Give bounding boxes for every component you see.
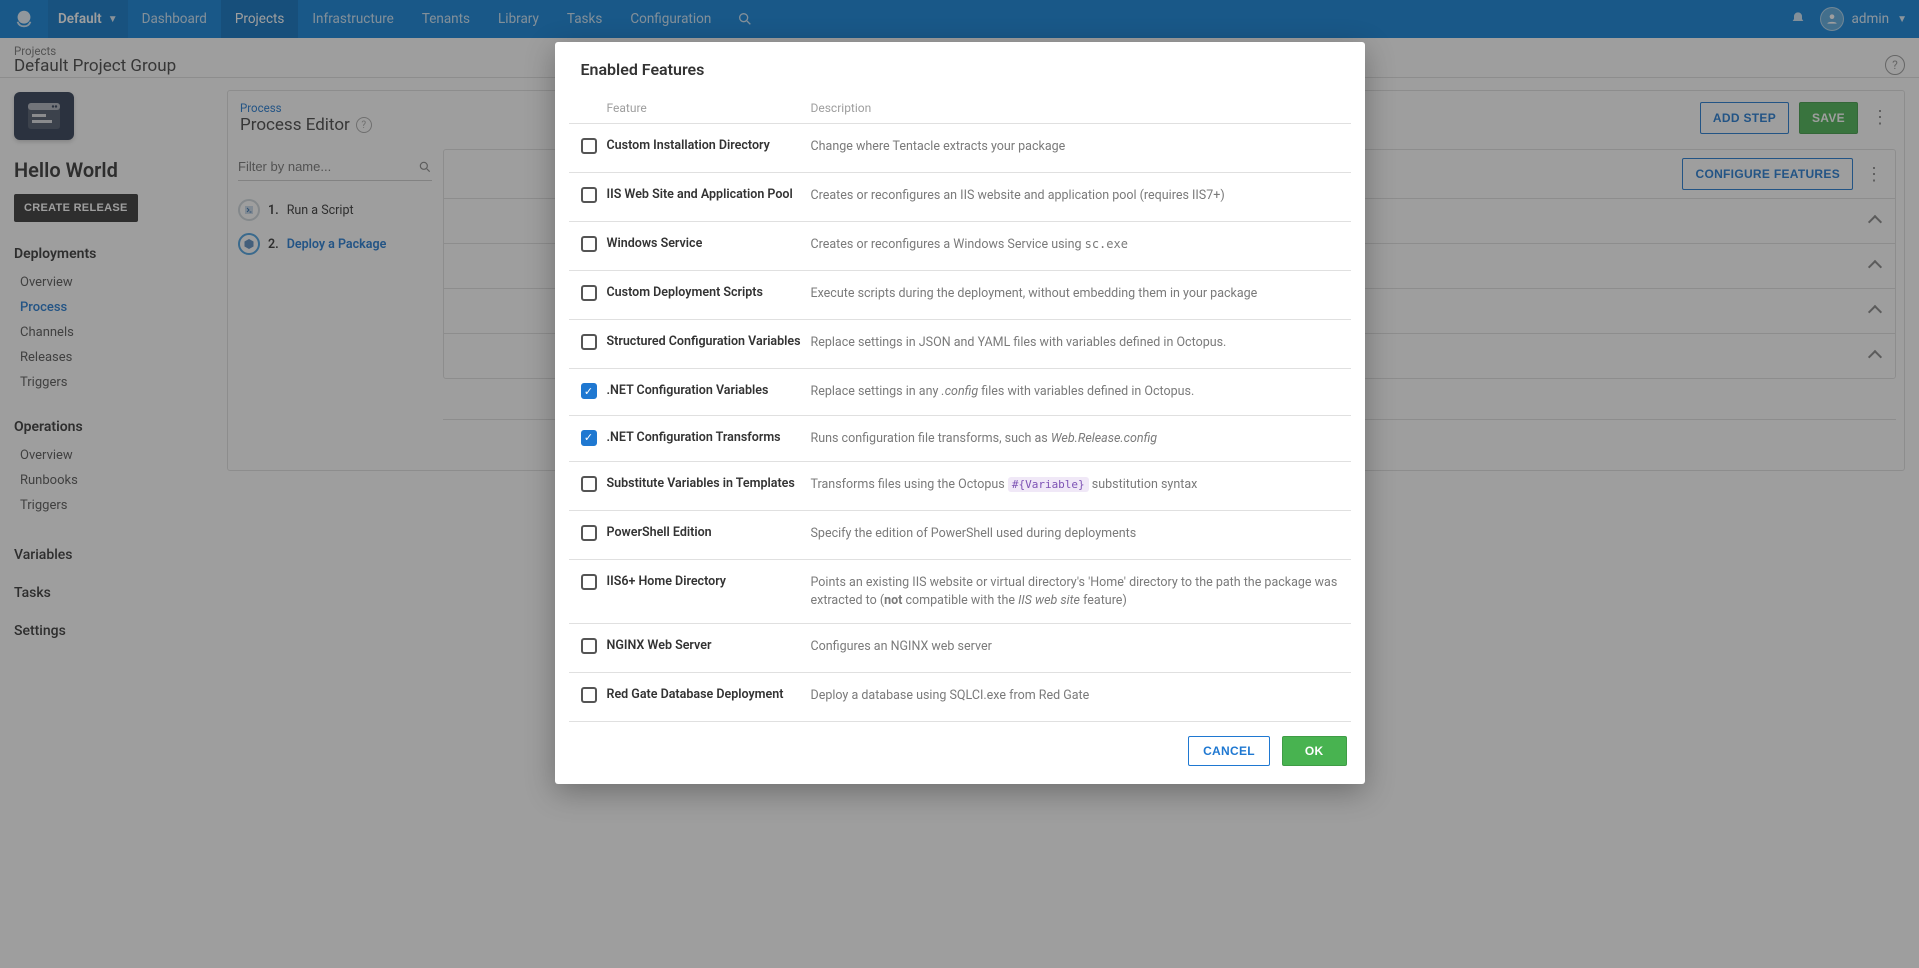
feature-checkbox[interactable] xyxy=(581,236,597,252)
feature-checkbox[interactable] xyxy=(581,285,597,301)
feature-name: Windows Service xyxy=(607,236,811,251)
feature-checkbox[interactable] xyxy=(581,334,597,350)
column-header-feature: Feature xyxy=(607,101,811,115)
cancel-button[interactable]: CANCEL xyxy=(1188,736,1270,766)
feature-description: Replace settings in any .config files wi… xyxy=(811,383,1339,401)
feature-name: Red Gate Database Deployment xyxy=(607,687,811,702)
feature-row: Custom Installation DirectoryChange wher… xyxy=(569,123,1351,172)
feature-description: Execute scripts during the deployment, w… xyxy=(811,285,1339,303)
feature-row: Windows ServiceCreates or reconfigures a… xyxy=(569,221,1351,270)
feature-row: .NET Configuration TransformsRuns config… xyxy=(569,415,1351,462)
feature-description: Change where Tentacle extracts your pack… xyxy=(811,138,1339,156)
feature-name: IIS6+ Home Directory xyxy=(607,574,811,589)
column-header-description: Description xyxy=(811,101,1339,115)
feature-row: Custom Deployment ScriptsExecute scripts… xyxy=(569,270,1351,319)
feature-row: Red Gate Database DeploymentDeploy a dat… xyxy=(569,672,1351,722)
feature-row: PowerShell EditionSpecify the edition of… xyxy=(569,510,1351,559)
feature-description: Runs configuration file transforms, such… xyxy=(811,430,1339,448)
feature-row: .NET Configuration VariablesReplace sett… xyxy=(569,368,1351,415)
feature-checkbox[interactable] xyxy=(581,687,597,703)
feature-checkbox[interactable] xyxy=(581,430,597,446)
feature-row: NGINX Web ServerConfigures an NGINX web … xyxy=(569,623,1351,672)
feature-checkbox[interactable] xyxy=(581,525,597,541)
feature-description: Creates or reconfigures a Windows Servic… xyxy=(811,236,1339,254)
feature-row: Substitute Variables in TemplatesTransfo… xyxy=(569,461,1351,510)
feature-row: IIS Web Site and Application PoolCreates… xyxy=(569,172,1351,221)
ok-button[interactable]: OK xyxy=(1282,736,1347,766)
feature-checkbox[interactable] xyxy=(581,383,597,399)
feature-checkbox[interactable] xyxy=(581,638,597,654)
feature-checkbox[interactable] xyxy=(581,187,597,203)
feature-description: Replace settings in JSON and YAML files … xyxy=(811,334,1339,352)
feature-description: Deploy a database using SQLCI.exe from R… xyxy=(811,687,1339,705)
feature-description: Configures an NGINX web server xyxy=(811,638,1339,656)
feature-name: .NET Configuration Transforms xyxy=(607,430,811,445)
dialog-title: Enabled Features xyxy=(555,42,1365,93)
feature-row: IIS6+ Home DirectoryPoints an existing I… xyxy=(569,559,1351,623)
feature-name: PowerShell Edition xyxy=(607,525,811,540)
feature-checkbox[interactable] xyxy=(581,138,597,154)
feature-description: Creates or reconfigures an IIS website a… xyxy=(811,187,1339,205)
feature-name: Structured Configuration Variables xyxy=(607,334,811,349)
feature-name: NGINX Web Server xyxy=(607,638,811,653)
feature-name: Custom Deployment Scripts xyxy=(607,285,811,300)
modal-overlay[interactable]: Enabled Features Feature Description Cus… xyxy=(0,0,1919,968)
enabled-features-dialog: Enabled Features Feature Description Cus… xyxy=(555,42,1365,784)
feature-row: Structured Configuration VariablesReplac… xyxy=(569,319,1351,368)
feature-name: IIS Web Site and Application Pool xyxy=(607,187,811,202)
feature-name: Custom Installation Directory xyxy=(607,138,811,153)
feature-description: Specify the edition of PowerShell used d… xyxy=(811,525,1339,543)
feature-description: Points an existing IIS website or virtua… xyxy=(811,574,1339,609)
feature-checkbox[interactable] xyxy=(581,574,597,590)
feature-description: Transforms files using the Octopus #{Var… xyxy=(811,476,1339,494)
feature-name: Substitute Variables in Templates xyxy=(607,476,811,491)
feature-name: .NET Configuration Variables xyxy=(607,383,811,398)
feature-checkbox[interactable] xyxy=(581,476,597,492)
